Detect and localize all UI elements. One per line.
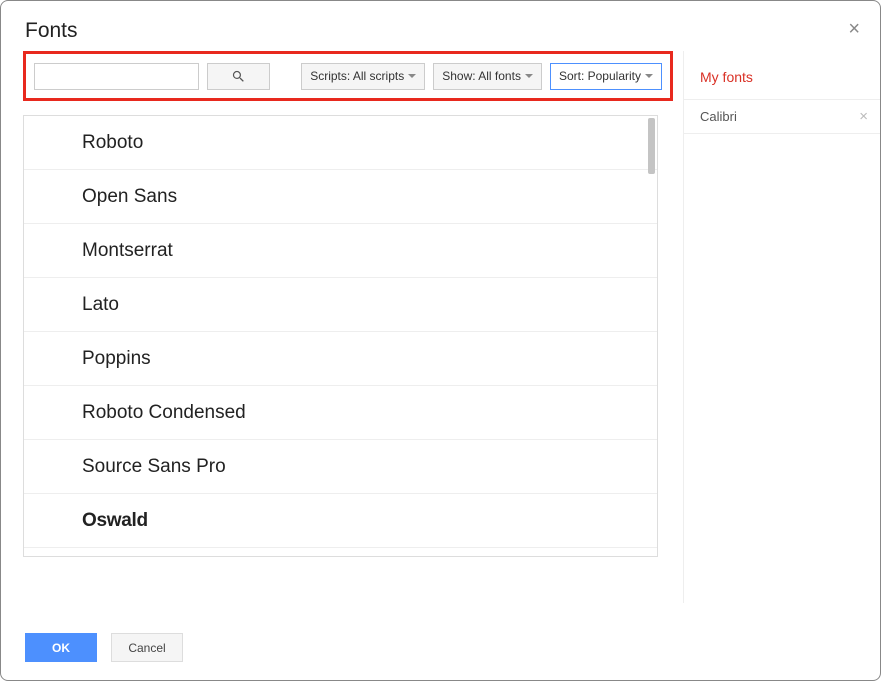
sort-label: Sort: Popularity — [559, 69, 641, 83]
close-icon[interactable]: × — [848, 19, 860, 39]
show-label: Show: All fonts — [442, 69, 521, 83]
scripts-label: Scripts: All scripts — [310, 69, 404, 83]
my-fonts-panel: My fonts Calibri × — [683, 51, 880, 603]
main-area: Scripts: All scripts Show: All fonts Sor… — [1, 51, 880, 603]
caret-down-icon — [645, 74, 653, 78]
search-icon — [231, 69, 246, 84]
left-column: Scripts: All scripts Show: All fonts Sor… — [1, 51, 681, 603]
search-input[interactable] — [34, 63, 199, 90]
cancel-button[interactable]: Cancel — [111, 633, 183, 662]
show-dropdown[interactable]: Show: All fonts — [433, 63, 542, 90]
my-fonts-header: My fonts — [684, 51, 880, 100]
font-row[interactable]: Poppins — [24, 332, 657, 386]
font-row[interactable]: Oswald — [24, 494, 657, 548]
font-list: Roboto Open Sans Montserrat Lato Poppins… — [23, 115, 658, 557]
ok-button[interactable]: OK — [25, 633, 97, 662]
font-row[interactable]: Roboto — [24, 116, 657, 170]
my-font-item[interactable]: Calibri × — [684, 100, 880, 134]
font-row[interactable]: Montserrat — [24, 224, 657, 278]
caret-down-icon — [408, 74, 416, 78]
scrollbar-thumb[interactable] — [648, 118, 655, 174]
search-button[interactable] — [207, 63, 270, 90]
toolbar: Scripts: All scripts Show: All fonts Sor… — [23, 51, 673, 101]
scripts-dropdown[interactable]: Scripts: All scripts — [301, 63, 425, 90]
font-row[interactable]: Roboto Condensed — [24, 386, 657, 440]
remove-font-icon[interactable]: × — [859, 108, 868, 125]
caret-down-icon — [525, 74, 533, 78]
font-row[interactable]: Source Sans Pro — [24, 440, 657, 494]
sort-dropdown[interactable]: Sort: Popularity — [550, 63, 662, 90]
dialog-header: Fonts × — [1, 1, 880, 51]
my-font-name: Calibri — [700, 109, 737, 124]
font-row[interactable]: Lato — [24, 278, 657, 332]
footer: OK Cancel — [25, 633, 183, 662]
dialog-title: Fonts — [25, 19, 78, 43]
font-row[interactable]: Open Sans — [24, 170, 657, 224]
